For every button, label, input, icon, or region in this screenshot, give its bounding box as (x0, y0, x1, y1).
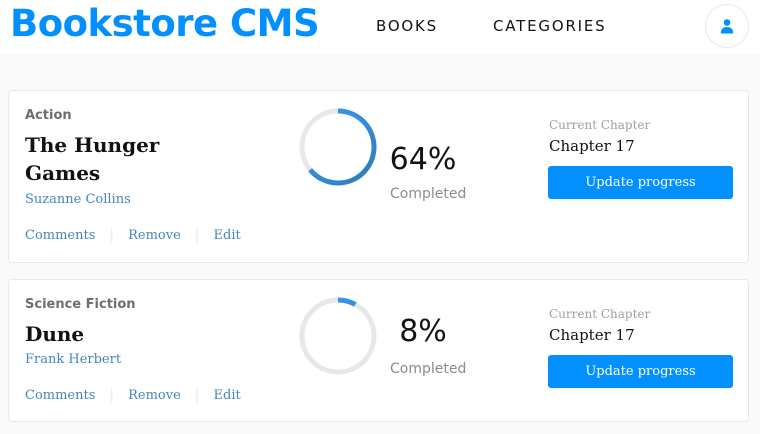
action-separator: | (109, 387, 115, 403)
update-progress-button[interactable]: Update progress (548, 166, 733, 199)
header-bar: Bookstore CMS BOOKS CATEGORIES (0, 0, 760, 54)
comments-button[interactable]: Comments (25, 228, 95, 243)
user-button[interactable] (705, 4, 749, 48)
book-actions: Comments | Remove | Edit (25, 227, 241, 243)
completed-label: Completed (390, 361, 467, 377)
update-progress-button[interactable]: Update progress (548, 355, 733, 388)
completed-label: Completed (390, 186, 467, 202)
remove-button[interactable]: Remove (128, 388, 181, 403)
progress-ring (299, 108, 377, 186)
book-genre: Science Fiction (25, 297, 136, 312)
action-separator: | (194, 227, 200, 243)
brand-logo[interactable]: Bookstore CMS (10, 2, 320, 45)
comments-button[interactable]: Comments (25, 388, 95, 403)
action-separator: | (194, 387, 200, 403)
action-separator: | (109, 227, 115, 243)
progress-percent: 64% (389, 142, 457, 177)
user-icon (720, 19, 734, 34)
edit-button[interactable]: Edit (214, 388, 241, 403)
book-actions: Comments | Remove | Edit (25, 387, 241, 403)
book-author[interactable]: Suzanne Collins (25, 192, 131, 207)
nav-books[interactable]: BOOKS (376, 17, 438, 35)
progress-track (299, 297, 377, 375)
progress-percent: 8% (399, 314, 447, 349)
current-chapter-value: Chapter 17 (549, 137, 635, 155)
book-genre: Action (25, 108, 72, 123)
current-chapter-value: Chapter 17 (549, 326, 635, 344)
book-title: The Hunger Games (25, 133, 160, 185)
progress-ring (299, 297, 377, 375)
current-chapter-label: Current Chapter (549, 118, 651, 132)
edit-button[interactable]: Edit (214, 228, 241, 243)
remove-button[interactable]: Remove (128, 228, 181, 243)
book-card: Science Fiction Dune Frank Herbert Comme… (8, 279, 749, 422)
book-title: Dune (25, 322, 85, 346)
nav-categories[interactable]: CATEGORIES (493, 17, 607, 35)
book-card: Action The Hunger Games Suzanne Collins … (8, 90, 749, 263)
current-chapter-label: Current Chapter (549, 307, 651, 321)
book-author[interactable]: Frank Herbert (25, 352, 121, 367)
